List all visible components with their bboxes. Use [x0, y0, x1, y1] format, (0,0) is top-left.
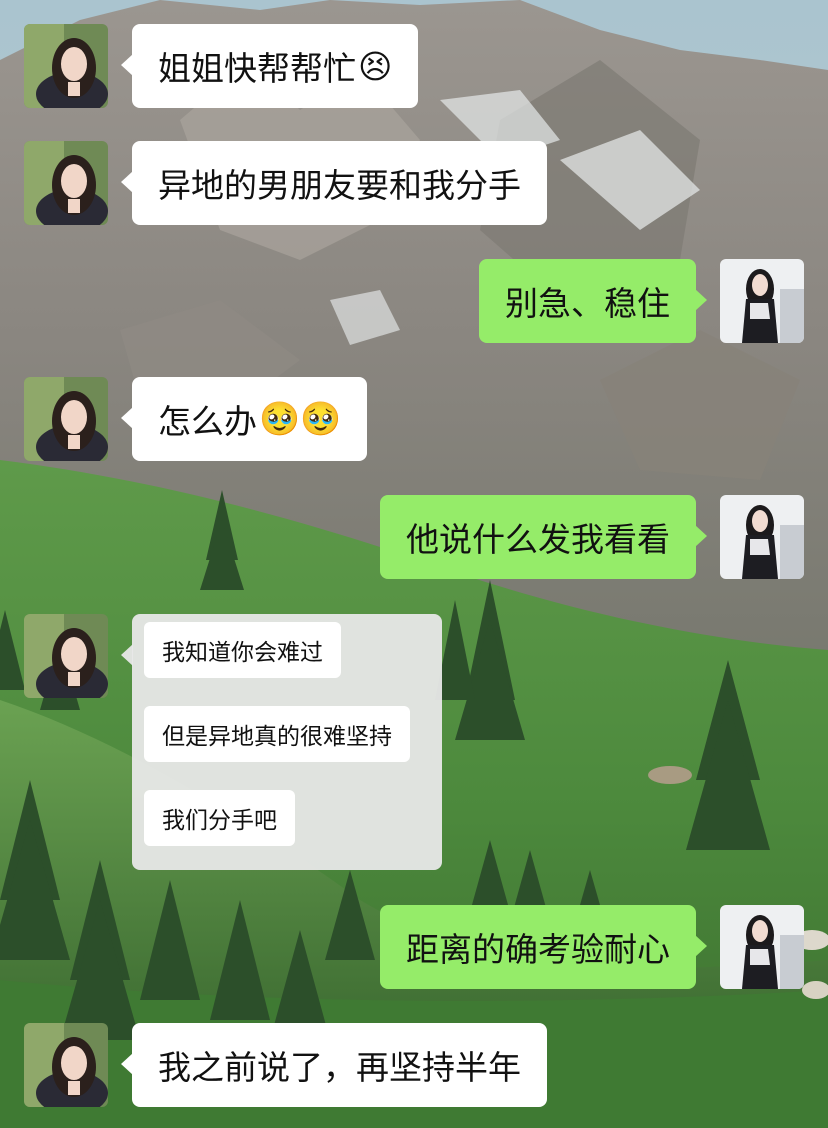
- message-bubble[interactable]: 我之前说了，再坚持半年: [121, 1023, 547, 1107]
- message-text: 他说什么发我看看: [406, 520, 670, 559]
- girl-photo-avatar[interactable]: [24, 614, 108, 698]
- quoted-message: 我们分手吧: [144, 790, 295, 846]
- quoted-message-text: 我知道你会难过: [162, 640, 323, 666]
- quoted-message: 但是异地真的很难坚持: [144, 706, 410, 762]
- message-bubble[interactable]: 姐姐快帮帮忙 😣: [120, 24, 419, 108]
- girl-photo-avatar[interactable]: [24, 141, 108, 225]
- dark-dress-avatar[interactable]: [720, 495, 804, 579]
- girl-photo-avatar[interactable]: [24, 24, 108, 108]
- message-text: 怎么办: [158, 402, 257, 441]
- persevering-face-emoji-icon: 😣: [358, 46, 393, 86]
- dark-dress-avatar[interactable]: [720, 259, 804, 343]
- girl-photo-avatar[interactable]: [24, 1023, 108, 1107]
- message-bubble[interactable]: 异地的男朋友要和我分手: [121, 141, 547, 225]
- holding-back-tears-emoji-icon: 🥹🥹: [259, 399, 342, 438]
- chat-message-list[interactable]: 姐姐快帮帮忙 😣 异地的男朋友要和我分手 别急、稳住 怎么办 🥹🥹 他说什么发我…: [0, 0, 828, 1128]
- message-bubble[interactable]: 距离的确考验耐心: [380, 905, 707, 989]
- quoted-message: 我知道你会难过: [144, 622, 341, 678]
- dark-dress-avatar[interactable]: [720, 905, 804, 989]
- girl-photo-avatar[interactable]: [24, 377, 108, 461]
- message-bubble[interactable]: 他说什么发我看看: [380, 495, 707, 579]
- message-text: 别急、稳住: [505, 284, 670, 323]
- message-text: 我之前说了，再坚持半年: [158, 1048, 521, 1087]
- quoted-message-text: 我们分手吧: [162, 808, 277, 834]
- message-bubble[interactable]: 怎么办 🥹🥹: [120, 377, 368, 461]
- message-bubble[interactable]: 别急、稳住: [479, 259, 707, 343]
- message-text: 距离的确考验耐心: [406, 930, 670, 969]
- quoted-chat-card[interactable]: 我知道你会难过 但是异地真的很难坚持 我们分手吧: [121, 614, 442, 870]
- message-text: 姐姐快帮帮忙: [158, 49, 356, 88]
- message-text: 异地的男朋友要和我分手: [158, 166, 521, 205]
- quoted-message-text: 但是异地真的很难坚持: [162, 724, 392, 750]
